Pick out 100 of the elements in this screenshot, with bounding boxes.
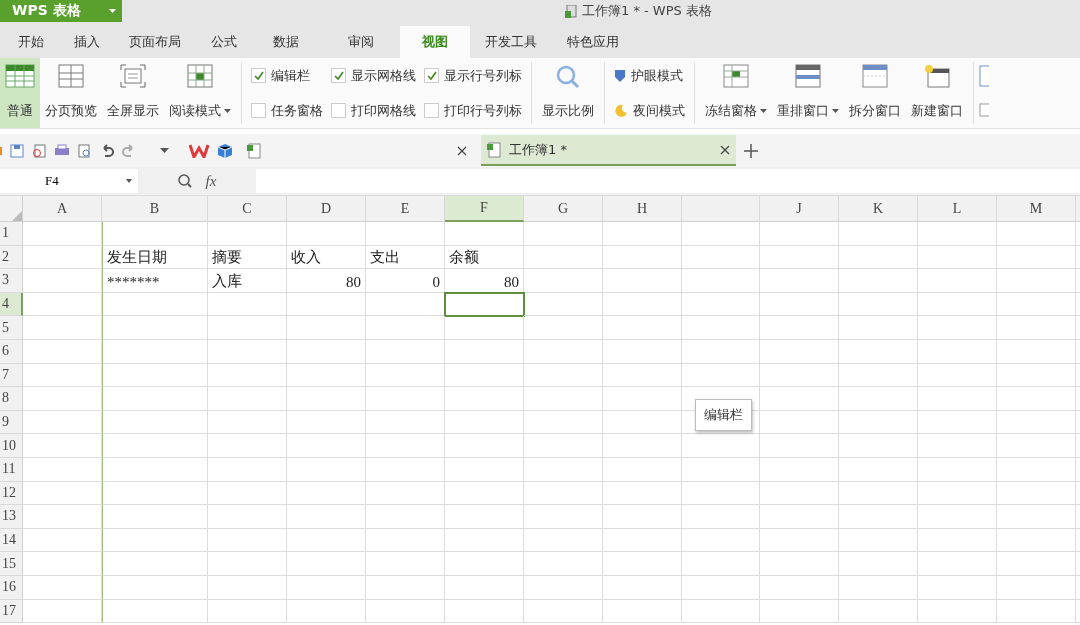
row-header[interactable]: 7: [0, 363, 23, 388]
reading-grid-icon: [187, 64, 213, 88]
ribbon-tab[interactable]: 页面布局: [112, 26, 198, 58]
mode-button[interactable]: 护眼模式: [614, 66, 685, 85]
ribbon-button[interactable]: 拆分窗口: [844, 58, 906, 128]
column-header[interactable]: K: [839, 196, 918, 222]
caret-icon: [109, 9, 116, 13]
check-icon: [253, 70, 264, 81]
spreadsheet-icon: [487, 141, 501, 158]
row-header[interactable]: 6: [0, 339, 23, 364]
table-cell: 摘要: [208, 245, 287, 270]
ribbon-button[interactable]: 重排窗口: [772, 58, 844, 128]
ribbon-tab[interactable]: 开始: [0, 26, 62, 58]
mode-button[interactable]: 夜间模式: [614, 101, 685, 120]
checkbox[interactable]: 打印网格线: [331, 101, 416, 120]
pdf-export-icon[interactable]: [32, 143, 46, 158]
ribbon-button[interactable]: 新建窗口: [906, 58, 968, 128]
close-icon[interactable]: [457, 145, 467, 156]
checkbox[interactable]: 编辑栏: [251, 66, 323, 85]
column-header[interactable]: B: [102, 196, 208, 222]
table-cell: 支出: [366, 245, 445, 270]
checkbox[interactable]: 任务窗格: [251, 101, 323, 120]
ribbon-button[interactable]: 显示比例: [537, 58, 599, 128]
caret-icon[interactable]: [160, 148, 169, 153]
function-button[interactable]: fx: [205, 172, 217, 190]
row-header[interactable]: 12: [0, 481, 23, 506]
checkbox[interactable]: 显示网格线: [331, 66, 416, 85]
add-tab-icon[interactable]: [744, 143, 758, 158]
row-header[interactable]: 11: [0, 457, 23, 482]
table-cell: 0: [366, 269, 445, 293]
ribbon-tab[interactable]: 插入: [62, 26, 112, 58]
row-header[interactable]: 10: [0, 434, 23, 458]
tooltip: 编辑栏: [695, 399, 752, 431]
ribbon-button[interactable]: 普通: [0, 58, 40, 128]
w-logo-icon[interactable]: [189, 143, 209, 158]
row-header[interactable]: 9: [0, 410, 23, 435]
column-header[interactable]: H: [603, 196, 682, 222]
ribbon-tab[interactable]: 审阅: [322, 26, 400, 58]
caret-icon: [126, 179, 132, 183]
column-header[interactable]: D: [287, 196, 366, 222]
row-header[interactable]: 4: [0, 292, 23, 317]
spreadsheet-icon: [247, 142, 261, 159]
table-cell: 收入: [287, 245, 366, 270]
row-header[interactable]: 1: [0, 222, 23, 246]
row-header[interactable]: 13: [0, 505, 23, 529]
column-header[interactable]: E: [366, 196, 445, 222]
search-icon: [555, 64, 581, 90]
ribbon-button[interactable]: 阅读模式: [164, 58, 236, 128]
column-header[interactable]: A: [23, 196, 102, 222]
row-header[interactable]: 14: [0, 528, 23, 553]
zoom-icon[interactable]: [177, 174, 192, 188]
undo-icon[interactable]: [100, 143, 114, 158]
print-preview-icon[interactable]: [78, 143, 92, 158]
redo-icon[interactable]: [122, 143, 136, 158]
row-header[interactable]: 15: [0, 552, 23, 576]
ribbon-tab[interactable]: 开发工具: [470, 26, 552, 58]
ribbon-tab[interactable]: 特色应用: [552, 26, 634, 58]
column-header[interactable]: G: [524, 196, 603, 222]
checkbox[interactable]: 打印行号列标: [424, 101, 522, 120]
row-header[interactable]: 17: [0, 599, 23, 624]
row-header[interactable]: 16: [0, 575, 23, 600]
cube-icon[interactable]: [217, 142, 233, 159]
ribbon-button[interactable]: 全屏显示: [102, 58, 164, 128]
window-icon: [862, 64, 888, 88]
window-stack-icon: [795, 64, 821, 88]
row-header[interactable]: 8: [0, 387, 23, 411]
table-cell: 发生日期: [102, 245, 208, 270]
table-cell: 80: [287, 269, 366, 293]
save-icon[interactable]: [10, 143, 24, 158]
column-header[interactable]: M: [997, 196, 1076, 222]
window-title: 工作簿1 * - WPS 表格: [582, 2, 712, 20]
column-header[interactable]: L: [918, 196, 997, 222]
ribbon-tab[interactable]: 视图: [400, 26, 470, 58]
column-header[interactable]: F: [445, 196, 524, 222]
check-icon: [333, 70, 344, 81]
table-cell: *******: [102, 269, 208, 293]
row-header[interactable]: 2: [0, 245, 23, 270]
table-cell: 入库: [208, 269, 287, 293]
ribbon-button[interactable]: 分页预览: [40, 58, 102, 128]
column-header[interactable]: J: [760, 196, 839, 222]
column-header[interactable]: C: [208, 196, 287, 222]
spreadsheet-icon: [565, 4, 577, 18]
fullscreen-icon: [120, 64, 146, 88]
row-header[interactable]: 3: [0, 269, 23, 293]
checkbox[interactable]: 显示行号列标: [424, 66, 522, 85]
page-break-icon: [58, 64, 84, 88]
shield-icon: [614, 68, 626, 83]
table-cell: 80: [445, 269, 524, 293]
row-header[interactable]: 5: [0, 316, 23, 340]
document-tab[interactable]: 工作簿1 *: [481, 135, 736, 166]
moon-icon: [614, 103, 628, 118]
close-icon[interactable]: [720, 144, 730, 155]
ribbon-tab[interactable]: 数据: [250, 26, 322, 58]
name-box[interactable]: F4: [0, 169, 138, 193]
freeze-grid-icon: [723, 64, 749, 88]
ribbon-tab[interactable]: 公式: [198, 26, 250, 58]
ribbon-button[interactable]: 冻结窗格: [700, 58, 772, 128]
print-icon[interactable]: [54, 143, 70, 158]
check-icon: [426, 70, 437, 81]
table-cell: 余额: [445, 245, 524, 270]
